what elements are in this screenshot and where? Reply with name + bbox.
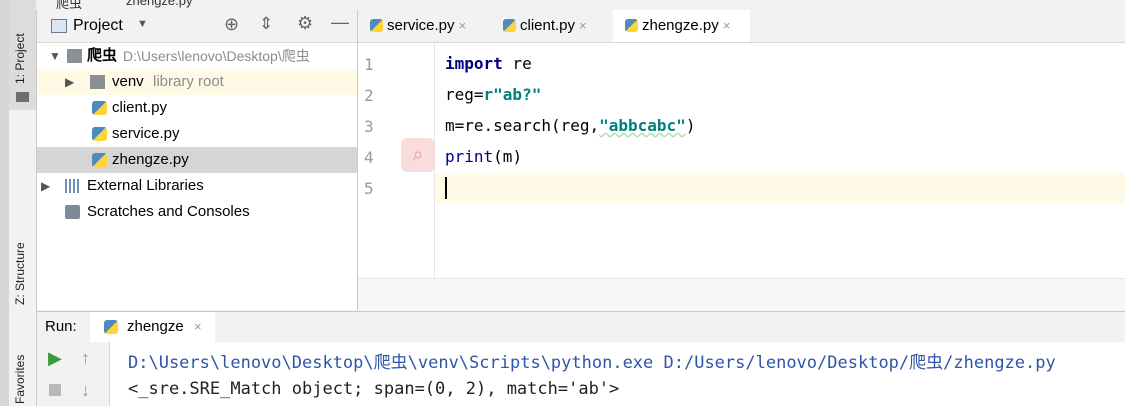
stop-icon[interactable] bbox=[49, 384, 61, 396]
code-line-4: print(m) bbox=[445, 147, 523, 166]
tree-file-client[interactable]: client.py bbox=[37, 95, 357, 121]
close-icon[interactable]: × bbox=[194, 319, 202, 334]
line-number: 4 bbox=[364, 148, 374, 167]
tree-venv[interactable]: ▶ venv library root bbox=[37, 69, 357, 95]
close-icon[interactable]: × bbox=[723, 18, 731, 33]
external-libraries-label: External Libraries bbox=[87, 177, 204, 194]
venv-note: library root bbox=[153, 73, 224, 90]
tree-scratches[interactable]: Scratches and Consoles bbox=[37, 199, 357, 225]
tab-label: zhengze.py bbox=[642, 17, 719, 34]
tree-root[interactable]: ▼ 爬虫 D:\Users\lenovo\Desktop\爬虫 bbox=[37, 43, 357, 69]
console-command-line: D:\Users\lenovo\Desktop\爬虫\venv\Scripts\… bbox=[128, 353, 1056, 373]
run-panel-header: Run: zhengze × bbox=[37, 311, 1125, 343]
code-line-3: m=re.search(reg,"abbcabc") bbox=[445, 116, 696, 135]
line-number: 5 bbox=[364, 179, 374, 198]
close-icon[interactable]: × bbox=[459, 18, 467, 33]
scratches-label: Scratches and Consoles bbox=[87, 203, 250, 220]
tree-file-zhengze[interactable]: zhengze.py bbox=[37, 147, 357, 173]
python-file-icon bbox=[92, 153, 107, 167]
code-line-1: import re bbox=[445, 54, 532, 73]
folder-icon bbox=[90, 75, 105, 89]
chevron-down-icon[interactable]: ▼ bbox=[137, 18, 148, 30]
hide-panel-icon[interactable]: — bbox=[331, 12, 349, 33]
code-editor[interactable]: 1 2 3 4 5 ⌕ import re reg=r"ab?" m=re.se… bbox=[358, 43, 1125, 278]
locate-icon[interactable]: ⊕ bbox=[224, 14, 239, 35]
project-view-selector[interactable]: Project bbox=[73, 17, 123, 35]
chevron-right-icon[interactable]: ▶ bbox=[41, 173, 50, 199]
structure-tool-button[interactable]: Z: Structure bbox=[9, 225, 36, 310]
down-arrow-icon[interactable]: ↓ bbox=[81, 380, 90, 401]
project-tool-button[interactable]: 1: Project bbox=[9, 0, 36, 110]
tab-client[interactable]: client.py × bbox=[503, 10, 587, 42]
window-edge bbox=[0, 0, 9, 406]
line-number: 3 bbox=[364, 117, 374, 136]
root-folder-path: D:\Users\lenovo\Desktop\爬虫 bbox=[123, 48, 310, 64]
search-icon: ⌕ bbox=[401, 138, 435, 172]
breadcrumb-project[interactable]: 爬虫 bbox=[56, 0, 82, 10]
close-icon[interactable]: × bbox=[579, 18, 587, 33]
tab-label: service.py bbox=[387, 17, 455, 34]
scratches-icon bbox=[65, 205, 80, 219]
run-tab-label: zhengze bbox=[127, 318, 184, 335]
tree-file-service[interactable]: service.py bbox=[37, 121, 357, 147]
tool-window-strip: 1: Project Z: Structure Favorites bbox=[9, 0, 37, 406]
editor-tab-bar: service.py × client.py × zhengze.py × bbox=[358, 10, 1125, 43]
file-name: client.py bbox=[112, 99, 168, 116]
run-toolbar: ▶ ↑ ↓ bbox=[37, 342, 110, 406]
structure-tool-label: Z: Structure bbox=[13, 242, 27, 305]
python-file-icon bbox=[370, 19, 383, 32]
tab-label: client.py bbox=[520, 17, 576, 34]
run-console[interactable]: ▶ ↑ ↓ D:\Users\lenovo\Desktop\爬虫\venv\Sc… bbox=[37, 342, 1125, 406]
file-name: zhengze.py bbox=[112, 151, 189, 168]
favorites-tool-label: Favorites bbox=[13, 354, 27, 404]
gear-icon[interactable]: ⚙ bbox=[297, 13, 313, 34]
libraries-icon bbox=[65, 179, 80, 193]
project-panel: Project ▼ ⊕ ⇕ ⚙ — ▼ 爬虫 D:\Users\lenovo\D… bbox=[37, 10, 358, 310]
tab-service[interactable]: service.py × bbox=[370, 10, 466, 42]
console-output-line: <_sre.SRE_Match object; span=(0, 2), mat… bbox=[128, 379, 620, 399]
python-file-icon bbox=[104, 320, 118, 334]
file-name: service.py bbox=[112, 125, 180, 142]
project-view-icon bbox=[51, 19, 67, 33]
rerun-icon[interactable]: ▶ bbox=[48, 348, 62, 369]
current-line-highlight bbox=[358, 173, 1125, 203]
chevron-right-icon[interactable]: ▶ bbox=[65, 69, 74, 95]
folder-icon bbox=[67, 49, 82, 63]
run-label: Run: bbox=[45, 318, 77, 335]
root-folder-name: 爬虫 bbox=[87, 47, 118, 64]
python-file-icon bbox=[625, 19, 638, 32]
breadcrumb-file[interactable]: zhengze.py bbox=[126, 0, 193, 8]
tree-external-libraries[interactable]: ▶ External Libraries bbox=[37, 173, 357, 199]
python-file-icon bbox=[92, 101, 107, 115]
project-panel-header: Project ▼ ⊕ ⇕ ⚙ — bbox=[37, 10, 357, 43]
run-tab-zhengze[interactable]: zhengze × bbox=[90, 312, 215, 342]
code-line-2: reg=r"ab?" bbox=[445, 85, 542, 104]
text-cursor bbox=[445, 177, 447, 199]
venv-name: venv bbox=[112, 73, 144, 90]
python-file-icon bbox=[503, 19, 516, 32]
folder-icon bbox=[16, 92, 29, 102]
line-number: 2 bbox=[364, 86, 374, 105]
collapse-all-icon[interactable]: ⇕ bbox=[259, 14, 273, 34]
breadcrumb: 爬虫 zhengze.py bbox=[36, 0, 1125, 10]
up-arrow-icon[interactable]: ↑ bbox=[81, 348, 90, 369]
line-number: 1 bbox=[364, 55, 374, 74]
chevron-down-icon[interactable]: ▼ bbox=[49, 43, 61, 69]
favorites-tool-button[interactable]: Favorites bbox=[9, 340, 36, 406]
project-tool-label: 1: Project bbox=[13, 33, 27, 84]
python-file-icon bbox=[92, 127, 107, 141]
tab-zhengze[interactable]: zhengze.py × bbox=[613, 10, 750, 42]
editor-footer bbox=[358, 278, 1125, 311]
